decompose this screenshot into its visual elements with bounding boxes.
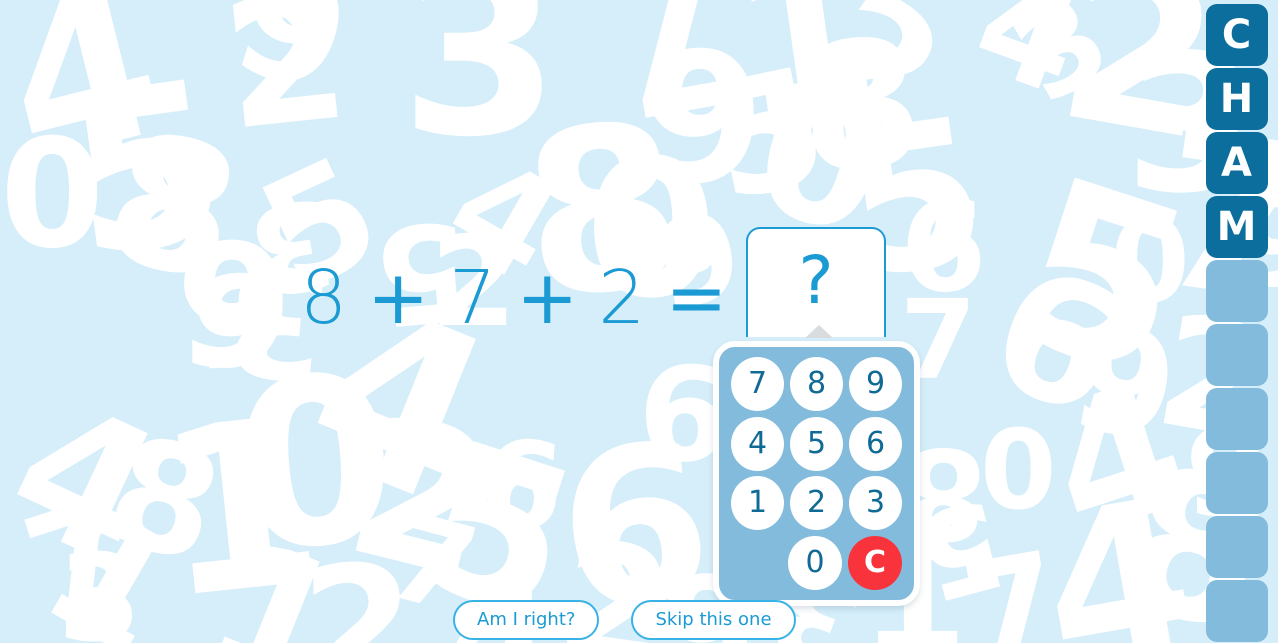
number-keypad[interactable]: 7894561230C bbox=[713, 341, 920, 606]
bg-number-glyph: 5 bbox=[693, 31, 842, 238]
bg-number-glyph: 8 bbox=[90, 401, 239, 599]
bg-number-glyph: 5 bbox=[982, 127, 1218, 432]
bg-number-glyph: 0 bbox=[0, 108, 105, 282]
progress-tile-letter: M bbox=[1205, 196, 1268, 258]
bg-number-glyph: 4 bbox=[1025, 340, 1210, 579]
keypad-key-7[interactable]: 7 bbox=[731, 357, 784, 411]
keypad-key-8[interactable]: 8 bbox=[790, 357, 843, 411]
equation-operator: + bbox=[516, 255, 579, 341]
keypad-key-2[interactable]: 2 bbox=[790, 476, 843, 531]
bg-number-glyph: 2 bbox=[776, 0, 976, 169]
keypad-row: 123 bbox=[731, 476, 902, 531]
equation: 8 +7 +2 = bbox=[300, 253, 727, 343]
bg-number-glyph: 4 bbox=[0, 0, 184, 212]
bg-number-glyph: 9 bbox=[969, 221, 1149, 449]
bg-number-glyph: 6 bbox=[900, 175, 987, 320]
bg-number-glyph: 8 bbox=[89, 92, 256, 323]
bg-number-glyph: 0 bbox=[225, 325, 405, 604]
action-button-group: Am I right? Skip this one bbox=[453, 600, 796, 640]
keypad-key-9[interactable]: 9 bbox=[849, 357, 902, 411]
equation-operator: + bbox=[367, 255, 430, 341]
bg-number-glyph: 7 bbox=[952, 522, 1072, 643]
progress-tile-empty bbox=[1205, 260, 1268, 322]
bg-number-glyph: 8 bbox=[791, 1, 931, 214]
keypad-key-3[interactable]: 3 bbox=[849, 476, 902, 531]
progress-tile-empty bbox=[1205, 324, 1268, 386]
bg-number-glyph: 2 bbox=[300, 531, 415, 643]
progress-tile-empty bbox=[1205, 452, 1268, 514]
equation-operator: = bbox=[665, 255, 728, 341]
am-i-right-button[interactable]: Am I right? bbox=[453, 600, 600, 640]
progress-tile-empty bbox=[1205, 516, 1268, 578]
bg-number-glyph: 3 bbox=[400, 0, 561, 188]
keypad-key-0[interactable]: 0 bbox=[788, 535, 842, 590]
skip-this-one-button[interactable]: Skip this one bbox=[631, 600, 796, 640]
keypad-row: 789 bbox=[731, 357, 902, 411]
bg-number-glyph: 5 bbox=[901, 470, 1019, 627]
answer-pointer-triangle bbox=[805, 325, 833, 338]
answer-value: ? bbox=[798, 242, 834, 319]
bg-number-glyph: 4 bbox=[955, 0, 1103, 128]
progress-tile-letter: H bbox=[1205, 68, 1268, 130]
bg-number-glyph: 0 bbox=[980, 406, 1057, 534]
bg-number-glyph: 5 bbox=[52, 32, 241, 308]
progress-tile-empty bbox=[1205, 580, 1268, 642]
bg-number-glyph: 9 bbox=[474, 407, 570, 554]
progress-tile-letter: C bbox=[1205, 4, 1268, 66]
bg-number-glyph: 0 bbox=[1110, 195, 1191, 329]
equation-operand: 7 bbox=[449, 255, 497, 341]
answer-box[interactable]: ? bbox=[746, 227, 886, 337]
game-screen: 4935841284323779506565906429840857139265… bbox=[0, 0, 1278, 643]
bg-number-glyph: 3 bbox=[990, 0, 1133, 131]
keypad-key-1[interactable]: 1 bbox=[731, 476, 784, 531]
bg-number-glyph: 9 bbox=[640, 15, 766, 224]
bg-number-glyph: 2 bbox=[214, 0, 358, 170]
keypad-row: 456 bbox=[731, 416, 902, 471]
bg-number-glyph: 1 bbox=[181, 500, 371, 643]
progress-tile-letter: A bbox=[1205, 132, 1268, 194]
equation-operand: 8 bbox=[300, 255, 348, 341]
keypad-clear-button[interactable]: C bbox=[848, 535, 902, 590]
bg-number-glyph: 4 bbox=[0, 356, 189, 608]
equation-operand: 2 bbox=[598, 255, 646, 341]
bg-number-glyph: 3 bbox=[58, 530, 142, 643]
keypad-key-4[interactable]: 4 bbox=[731, 416, 784, 471]
progress-tile-sidebar: CHAM bbox=[1195, 0, 1278, 643]
keypad-key-5[interactable]: 5 bbox=[790, 416, 843, 471]
bg-number-glyph: 6 bbox=[1061, 285, 1190, 470]
bg-number-glyph: 5 bbox=[183, 241, 284, 394]
bg-number-glyph: 4 bbox=[1024, 451, 1212, 643]
keypad-key-6[interactable]: 6 bbox=[849, 416, 902, 471]
bg-number-glyph: 1 bbox=[14, 470, 211, 643]
bg-number-glyph: 7 bbox=[603, 0, 755, 153]
bg-number-glyph: 1 bbox=[719, 0, 890, 165]
bg-number-glyph: 2 bbox=[329, 370, 517, 625]
bg-number-glyph: 1 bbox=[146, 368, 334, 643]
bg-number-glyph: 7 bbox=[7, 466, 151, 643]
keypad-row: 0C bbox=[731, 535, 902, 590]
bg-number-glyph: 9 bbox=[215, 0, 369, 129]
progress-tile-empty bbox=[1205, 388, 1268, 450]
bg-number-glyph: 6 bbox=[175, 201, 294, 399]
